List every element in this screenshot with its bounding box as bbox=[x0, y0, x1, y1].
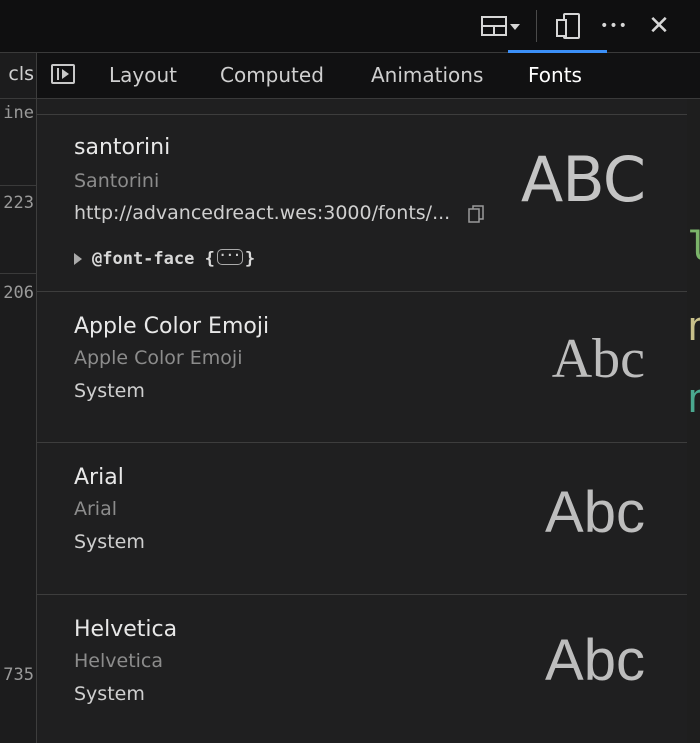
font-family: Santorini bbox=[74, 170, 160, 192]
more-icon[interactable]: ••• bbox=[597, 0, 631, 52]
devtools-toolbar: ••• ✕ bbox=[0, 0, 700, 54]
close-glyph: ✕ bbox=[648, 11, 670, 41]
tab-layout[interactable]: Layout bbox=[109, 53, 177, 98]
collapsed-ellipsis-icon[interactable]: ··· bbox=[216, 249, 243, 265]
fonts-panel: santorini Santorini http://advancedreact… bbox=[37, 99, 687, 743]
font-source-url[interactable]: http://advancedreact.wes:3000/fonts/... bbox=[74, 202, 450, 224]
font-name: Arial bbox=[74, 465, 124, 490]
font-card-apple-color-emoji: Apple Color Emoji Apple Color Emoji Syst… bbox=[37, 292, 687, 443]
font-face-rule-text: @font-face { bbox=[92, 249, 215, 269]
left-divider bbox=[0, 98, 36, 99]
toolbar-separator bbox=[536, 10, 537, 42]
tab-animations[interactable]: Animations bbox=[371, 53, 483, 98]
font-preview: Abc bbox=[545, 480, 645, 545]
tab-computed[interactable]: Computed bbox=[220, 53, 324, 98]
font-source: System bbox=[74, 683, 145, 705]
edge-code-glyph: n bbox=[687, 304, 700, 350]
toggle-sidebar-icon[interactable] bbox=[51, 64, 75, 84]
left-divider bbox=[0, 273, 36, 274]
font-preview: ABC bbox=[520, 143, 646, 216]
edge-code-glyph: n bbox=[687, 376, 700, 422]
edge-code-glyph: l bbox=[687, 224, 700, 270]
copy-icon[interactable] bbox=[467, 204, 485, 224]
font-face-rule-end: } bbox=[244, 249, 256, 269]
device-toggle-icon[interactable] bbox=[550, 0, 586, 52]
font-preview: Abc bbox=[545, 628, 645, 693]
more-glyph: ••• bbox=[600, 18, 628, 34]
left-line-number: 223 bbox=[3, 193, 34, 213]
font-family: Helvetica bbox=[74, 650, 164, 672]
left-pane-sliver: cls ine 223 206 735 bbox=[0, 53, 37, 743]
font-face-rule[interactable]: @font-face {···} bbox=[74, 249, 255, 269]
font-card-arial: Arial Arial System Abc bbox=[37, 443, 687, 595]
font-name: santorini bbox=[74, 135, 171, 160]
left-line-number: 735 bbox=[3, 665, 34, 685]
left-divider bbox=[0, 185, 36, 186]
font-family: Apple Color Emoji bbox=[74, 347, 243, 369]
font-preview: Abc bbox=[551, 328, 645, 390]
font-name: Apple Color Emoji bbox=[74, 314, 270, 339]
font-source: System bbox=[74, 531, 145, 553]
right-editor-sliver: l n n bbox=[687, 99, 700, 743]
left-line-number: ine bbox=[3, 103, 34, 123]
sidebar-tabs: Layout Computed Animations Fonts bbox=[37, 53, 700, 99]
dock-layout-icon[interactable] bbox=[478, 0, 526, 52]
left-line-number: 206 bbox=[3, 283, 34, 303]
font-name: Helvetica bbox=[74, 617, 178, 642]
font-source: System bbox=[74, 380, 145, 402]
font-card-helvetica: Helvetica Helvetica System Abc bbox=[37, 595, 687, 743]
tab-fonts[interactable]: Fonts bbox=[528, 53, 582, 98]
expand-triangle-icon[interactable] bbox=[74, 253, 82, 265]
font-family: Arial bbox=[74, 498, 118, 520]
font-card-santorini: santorini Santorini http://advancedreact… bbox=[37, 115, 687, 292]
left-header: cls bbox=[8, 63, 34, 85]
close-icon[interactable]: ✕ bbox=[642, 0, 676, 52]
